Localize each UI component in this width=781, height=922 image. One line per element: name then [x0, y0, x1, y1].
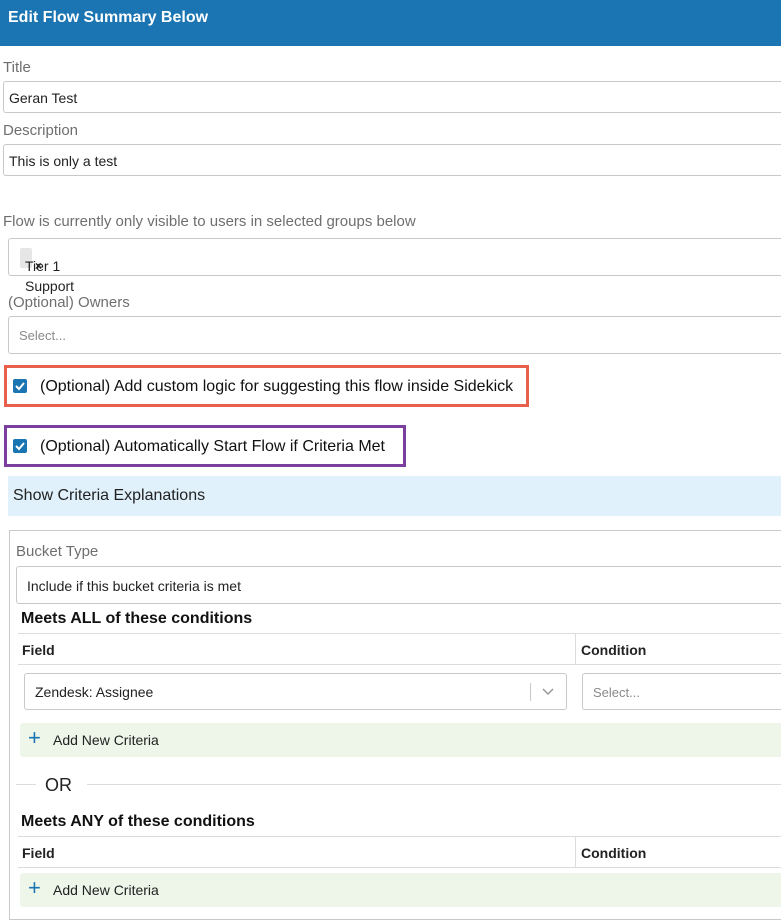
plus-icon: +	[28, 725, 41, 750]
field-column-header: Field	[22, 642, 55, 658]
groups-label: Flow is currently only visible to users …	[3, 213, 416, 230]
owners-label: (Optional) Owners	[8, 294, 130, 311]
custom-logic-option[interactable]: (Optional) Add custom logic for suggesti…	[4, 365, 529, 407]
bucket-type-label: Bucket Type	[16, 543, 99, 560]
criteria-bucket: Bucket Type Include if this bucket crite…	[9, 530, 781, 920]
chevron-down-icon[interactable]	[541, 687, 555, 697]
criteria-explanations-label: Show Criteria Explanations	[13, 487, 206, 504]
checkmark-icon	[15, 382, 25, 391]
any-conditions-heading: Meets ANY of these conditions	[21, 813, 255, 830]
remove-tag-icon[interactable]: ×	[35, 256, 42, 276]
checkmark-icon	[15, 442, 25, 451]
or-divider-left	[16, 784, 36, 785]
show-criteria-explanations[interactable]: Show Criteria Explanations	[8, 476, 781, 516]
auto-start-checkbox[interactable]	[13, 439, 27, 453]
condition-column-header: Condition	[581, 845, 647, 861]
bucket-type-select[interactable]: Include if this bucket criteria is met	[16, 566, 781, 604]
title-label: Title	[3, 59, 31, 76]
group-tag: Tier 1 Support ×	[20, 248, 74, 294]
auto-start-label: (Optional) Automatically Start Flow if C…	[40, 438, 385, 455]
description-input-value: This is only a test	[9, 153, 118, 169]
all-conditions-heading: Meets ALL of these conditions	[21, 610, 253, 627]
add-criteria-label: Add New Criteria	[53, 882, 159, 898]
custom-logic-label: (Optional) Add custom logic for suggesti…	[40, 378, 514, 395]
groups-multiselect[interactable]: Tier 1 Support ×	[8, 238, 781, 294]
condition-placeholder: Select...	[593, 685, 640, 700]
auto-start-option[interactable]: (Optional) Automatically Start Flow if C…	[4, 425, 406, 467]
condition-select[interactable]: Select...	[582, 673, 781, 710]
title-input-value: Geran Test	[9, 90, 78, 106]
edit-flow-header: Edit Flow Summary Below	[0, 0, 781, 46]
condition-column-header: Condition	[581, 642, 647, 658]
description-label: Description	[3, 122, 79, 139]
field-select[interactable]: Zendesk: Assignee	[24, 673, 567, 710]
add-criteria-any-button[interactable]: + Add New Criteria	[20, 873, 781, 907]
field-select-value: Zendesk: Assignee	[35, 684, 154, 700]
title-input[interactable]: Geran Test	[3, 81, 781, 113]
description-input[interactable]: This is only a test	[3, 144, 781, 176]
custom-logic-checkbox[interactable]	[13, 379, 27, 393]
header-title: Edit Flow Summary Below	[8, 9, 209, 26]
group-tag-label: Tier 1 Support	[25, 258, 75, 294]
owners-placeholder: Select...	[19, 328, 66, 343]
owners-select[interactable]: Select...	[8, 316, 781, 354]
any-conditions-table-header: Field Condition	[18, 836, 781, 868]
all-conditions-table-header: Field Condition	[18, 633, 781, 665]
add-criteria-all-button[interactable]: + Add New Criteria	[20, 723, 781, 757]
or-label: OR	[45, 775, 72, 795]
field-column-header: Field	[22, 845, 55, 861]
add-criteria-label: Add New Criteria	[53, 732, 159, 748]
plus-icon: +	[28, 875, 41, 900]
bucket-type-value: Include if this bucket criteria is met	[27, 578, 241, 594]
or-divider-right	[87, 784, 781, 785]
